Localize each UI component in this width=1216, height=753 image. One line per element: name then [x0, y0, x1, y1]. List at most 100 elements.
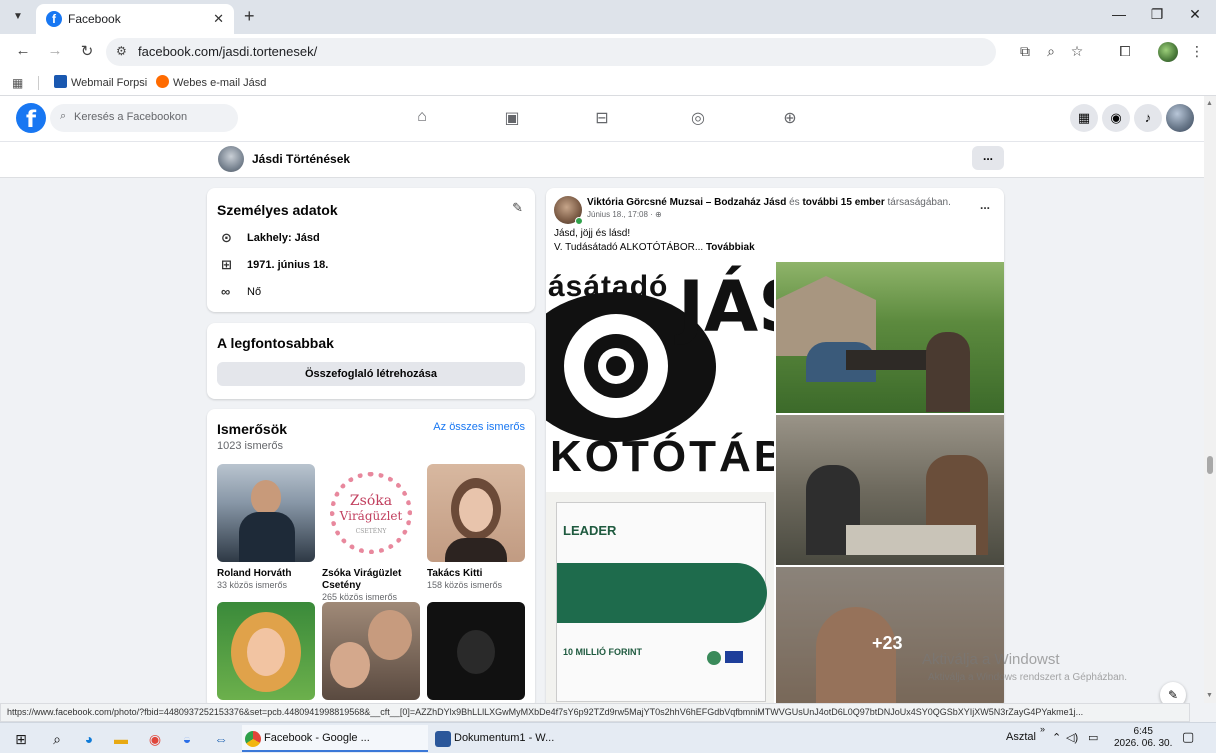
see-all-friends-link[interactable]: Az összes ismerős [433, 421, 525, 433]
friend-photo[interactable] [217, 602, 315, 700]
marketplace-icon[interactable]: ⊟ [590, 108, 614, 128]
tray-desktop-label[interactable]: Asztal [1006, 731, 1036, 743]
friend-tile[interactable] [427, 602, 525, 700]
tab-close-icon[interactable]: ✕ [213, 11, 224, 27]
bookmark-webmail-forpsi[interactable]: Webmail Forpsi [54, 75, 147, 89]
bookmarks-bar: ▦ Webmail Forpsi Webes e-mail Jásd [0, 70, 1216, 96]
post-author[interactable]: Viktória Görcsné Muzsai [587, 197, 703, 208]
cast-icon[interactable]: ⧉ [1014, 43, 1036, 60]
home-icon[interactable]: ⌂ [410, 108, 434, 126]
edge-browser-icon[interactable]: ◕ [78, 729, 100, 749]
page-name[interactable]: Jásdi Történések [252, 152, 350, 166]
see-more-link[interactable]: Továbbiak [706, 242, 755, 253]
page-more-button[interactable]: ... [972, 146, 1004, 170]
windows-activation-subtitle: Aktiválja a Windows rendszert a Gépházba… [928, 672, 1127, 683]
thunderbird-icon[interactable]: ◒ [176, 729, 198, 749]
minimize-icon[interactable]: — [1104, 6, 1134, 22]
post-photo-more[interactable]: +23 [776, 567, 1004, 709]
location-pin-icon: ⊙ [221, 230, 232, 245]
account-avatar[interactable] [1166, 104, 1194, 132]
edit-pencil-icon[interactable]: ✎ [512, 200, 523, 216]
browser-tab-facebook[interactable]: f Facebook ✕ [36, 4, 234, 34]
post-time[interactable]: Június 18., 17:08 · ⊕ [587, 210, 662, 219]
scrollbar-thumb[interactable] [1207, 456, 1213, 474]
friend-name[interactable]: Roland Horváth [217, 568, 315, 580]
new-tab-button[interactable]: + [244, 6, 255, 27]
friend-tile[interactable]: Roland Horváth 33 közös ismerős [217, 464, 315, 591]
post-photo-table[interactable] [776, 415, 1004, 565]
menu-grid-icon[interactable]: ▦ [1070, 104, 1098, 132]
window-close-icon[interactable]: ✕ [1180, 6, 1210, 23]
scroll-down-icon[interactable]: ▼ [1206, 692, 1213, 699]
post-more-button[interactable]: ... [980, 198, 990, 212]
bookmark-webes-email-jasd[interactable]: Webes e-mail Jásd [156, 75, 266, 89]
friend-photo[interactable] [427, 602, 525, 700]
windows-taskbar: ⊞ ⌕ ◕ ▬ ◉ ◒ ⇔ Facebook - Google ... Doku… [0, 722, 1216, 753]
chrome-icon[interactable]: ◉ [144, 729, 166, 749]
extensions-icon[interactable]: ⧠ [1114, 43, 1136, 60]
messenger-icon[interactable]: ◉ [1102, 104, 1130, 132]
page-scrollbar[interactable]: ▲ ▼ [1204, 96, 1216, 703]
video-icon[interactable]: ▣ [500, 108, 524, 128]
friend-tile[interactable] [217, 602, 315, 700]
zsoka-logo-line2: Virágüzlet [339, 509, 403, 523]
teamviewer-icon[interactable]: ⇔ [210, 729, 232, 749]
clock-date: 2026. 06. 30. [1114, 738, 1173, 749]
gaming-icon[interactable]: ⊕ [778, 108, 802, 128]
tab-search-chevron-icon[interactable]: ▼ [8, 7, 28, 27]
bookmark-star-icon[interactable]: ☆ [1066, 43, 1088, 60]
back-arrow-icon[interactable]: ← [12, 42, 34, 59]
file-explorer-icon[interactable]: ▬ [110, 729, 132, 749]
friend-tile[interactable] [322, 602, 420, 700]
facebook-search-input[interactable]: ⌕ Keresés a Facebookon [50, 104, 238, 132]
facebook-header: f ⌕ Keresés a Facebookon ⌂ ▣ ⊟ ◎ ⊕ ▦ ◉ ♪ [0, 96, 1216, 142]
zoom-icon[interactable]: ⌕ [1040, 43, 1062, 60]
notifications-bell-icon[interactable]: ♪ [1134, 104, 1162, 132]
word-app-icon [435, 731, 451, 747]
friend-name[interactable]: Takács Kitti [427, 568, 525, 580]
network-icon[interactable]: ▭ [1088, 731, 1098, 744]
browser-profile-avatar[interactable] [1158, 42, 1178, 62]
taskbar-app-chrome[interactable]: Facebook - Google ... [242, 725, 428, 752]
friend-photo[interactable] [427, 464, 525, 562]
search-icon: ⌕ [60, 110, 67, 122]
friend-tile[interactable]: Zsóka Virágüzlet CSETÉNY Zsóka Virágüzle… [322, 464, 420, 603]
page-avatar[interactable] [218, 146, 244, 172]
groups-icon[interactable]: ◎ [686, 108, 710, 128]
post-photo-leader[interactable]: LEADER 10 MILLIÓ FORINT [546, 492, 774, 709]
friend-tile[interactable]: Takács Kitti 158 közös ismerős [427, 464, 525, 591]
post-card: Viktória Görcsné Muzsai – Bodzaház Jásd … [546, 188, 1004, 709]
post-others[interactable]: további 15 ember [802, 197, 884, 208]
scroll-up-icon[interactable]: ▲ [1206, 100, 1213, 107]
notifications-icon[interactable]: ▢ [1182, 729, 1194, 745]
post-photo-garden[interactable] [776, 262, 1004, 413]
address-bar[interactable]: ⚙ facebook.com/jasdi.tortenesek/ [106, 38, 996, 66]
birthday-text: 1971. június 18. [247, 259, 329, 271]
reload-icon[interactable]: ↻ [76, 42, 98, 60]
browser-menu-icon[interactable]: ⋮ [1186, 43, 1208, 60]
more-photos-count: +23 [872, 633, 903, 653]
restore-icon[interactable]: ❐ [1142, 6, 1172, 23]
facebook-logo-icon[interactable]: f [16, 103, 46, 133]
forward-arrow-icon[interactable]: → [44, 42, 66, 59]
taskbar-app-word[interactable]: Dokumentum1 - W... [432, 725, 582, 752]
site-info-icon[interactable]: ⚙ [116, 44, 127, 58]
tray-chevron[interactable]: » [1040, 724, 1045, 734]
friend-photo[interactable] [322, 602, 420, 700]
tray-expand-icon[interactable]: ⌃ [1052, 731, 1061, 744]
post-dash: – [702, 197, 715, 208]
post-photo-poster[interactable]: ásátadó JÁS KOTÓTÁB [546, 262, 774, 490]
volume-icon[interactable]: ◁) [1066, 731, 1078, 744]
facebook-favicon-icon: f [46, 11, 62, 27]
create-summary-button[interactable]: Összefoglaló létrehozása [217, 362, 525, 386]
taskbar-search-icon[interactable]: ⌕ [46, 729, 68, 749]
taskbar-clock[interactable]: 6:45 2026. 06. 30. [1114, 726, 1172, 750]
post-with[interactable]: Bodzaház Jásd [714, 197, 786, 208]
friend-photo[interactable]: Zsóka Virágüzlet CSETÉNY [322, 464, 420, 562]
start-windows-icon[interactable]: ⊞ [10, 729, 32, 749]
gender-icon: ∞ [221, 284, 231, 299]
friend-photo[interactable] [217, 464, 315, 562]
address-url[interactable]: facebook.com/jasdi.tortenesek/ [138, 44, 317, 59]
apps-grid-icon[interactable]: ▦ [12, 76, 23, 90]
friend-name[interactable]: Zsóka Virágüzlet Csetény [322, 568, 420, 592]
